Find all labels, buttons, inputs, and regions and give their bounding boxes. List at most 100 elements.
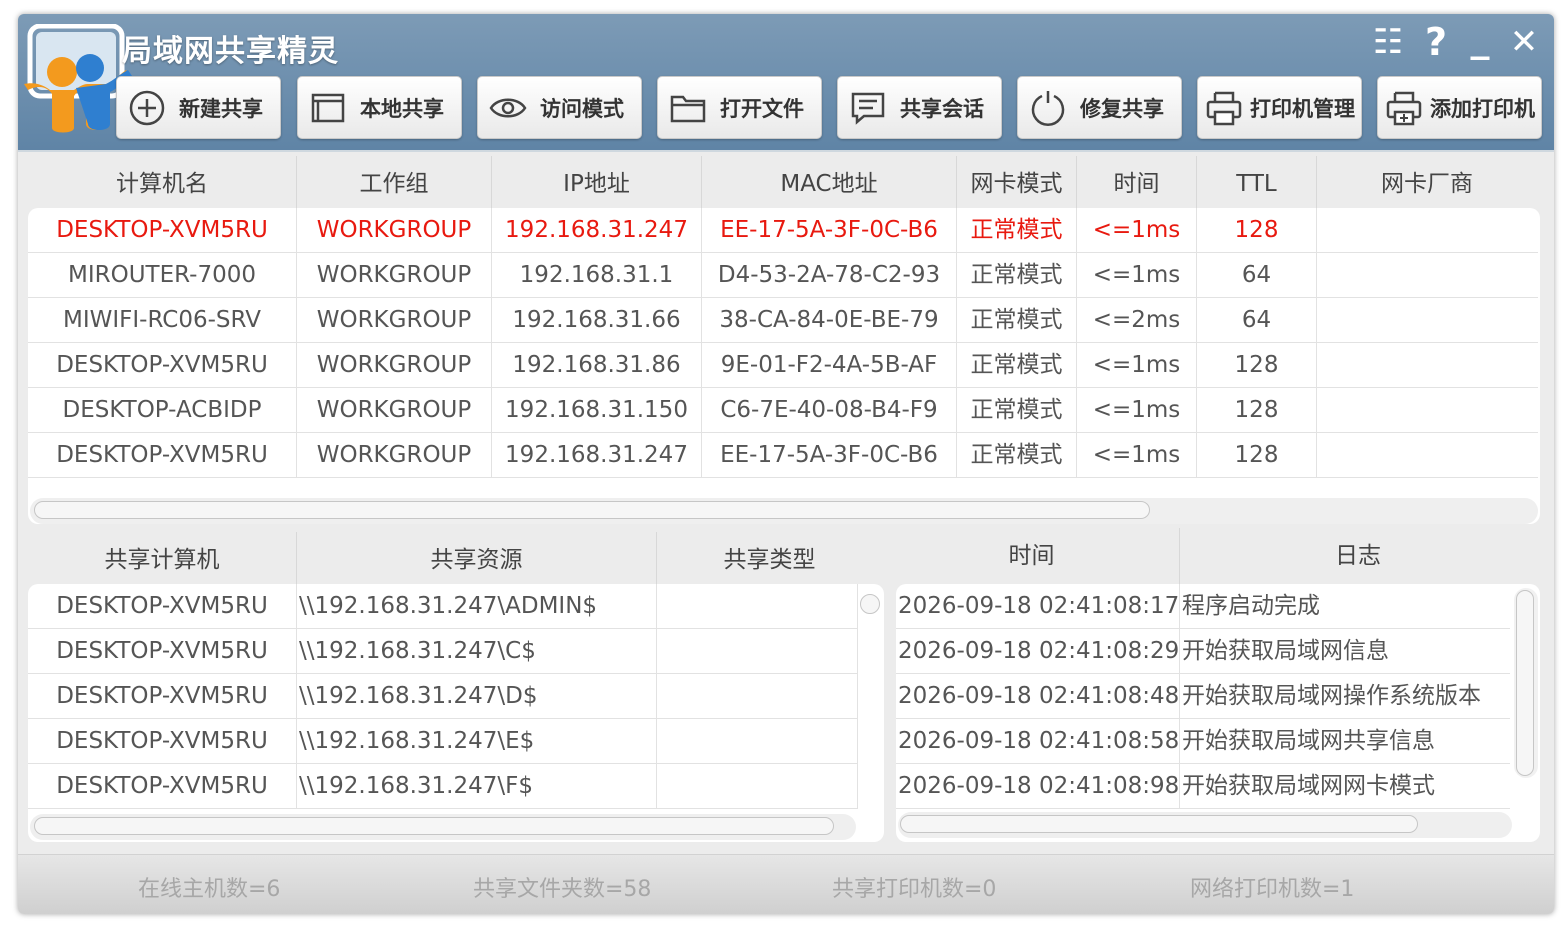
printer-manage-button[interactable]: 打印机管理 (1197, 76, 1362, 139)
open-file-button[interactable]: 打开文件 (657, 76, 822, 139)
log-row[interactable]: 2026-09-18 02:41:08:988 开始获取局域网网卡模式 (896, 764, 1510, 809)
col-ttl[interactable]: TTL (1197, 156, 1317, 212)
log-vscrollbar[interactable] (1514, 588, 1538, 778)
log-vscroll-thumb[interactable] (1516, 590, 1534, 776)
col-ip[interactable]: IP地址 (492, 156, 702, 212)
computers-row[interactable]: DESKTOP-XVM5RU WORKGROUP 192.168.31.86 9E-0… (28, 343, 1538, 388)
log-row[interactable]: 2026-09-18 02:41:08:295 开始获取局域网信息 (896, 629, 1510, 674)
shares-hscrollbar[interactable] (30, 814, 856, 840)
col-log-time[interactable]: 时间 (884, 528, 1180, 584)
col-share-resource[interactable]: 共享资源 (297, 532, 657, 588)
shares-row[interactable]: DESKTOP-XVM5RU \\192.168.31.247\D$ (28, 674, 858, 719)
app-window: 局域网共享精灵 ☷ ? _ ✕ 新建共享 本地共享 访问模式 打开文件 共享会话… (18, 14, 1554, 914)
shares-row[interactable]: DESKTOP-XVM5RU \\192.168.31.247\F$ (28, 764, 858, 809)
shares-cell (657, 719, 858, 763)
computers-row[interactable]: MIROUTER-7000 WORKGROUP 192.168.31.1 D4-53-… (28, 253, 1538, 298)
shares-vscrollbar[interactable] (859, 590, 883, 810)
shares-table-header: 共享计算机 共享资源 共享类型 (28, 532, 882, 588)
computers-cell: MIWIFI-RC06-SRV (28, 298, 297, 342)
shares-cell: DESKTOP-XVM5RU (28, 764, 297, 808)
col-mac[interactable]: MAC地址 (702, 156, 957, 212)
col-workgroup[interactable]: 工作组 (297, 156, 492, 212)
computers-row[interactable]: DESKTOP-XVM5RU WORKGROUP 192.168.31.247 EE-… (28, 433, 1538, 478)
computers-hscrollbar[interactable] (30, 498, 1538, 524)
computers-row[interactable]: MIWIFI-RC06-SRV WORKGROUP 192.168.31.66 38-… (28, 298, 1538, 343)
computers-cell: 192.168.31.1 (492, 253, 702, 297)
computers-table-header: 计算机名 工作组 IP地址 MAC地址 网卡模式 时间 TTL 网卡厂商 (28, 156, 1537, 212)
status-online-hosts: 在线主机数=6 (138, 877, 281, 902)
shares-row[interactable]: DESKTOP-XVM5RU \\192.168.31.247\E$ (28, 719, 858, 764)
computers-cell: 192.168.31.247 (492, 433, 702, 477)
shares-vscroll-thumb[interactable] (860, 594, 880, 614)
computers-cell (1317, 433, 1538, 477)
computers-cell: 64 (1197, 298, 1317, 342)
col-nic-mode[interactable]: 网卡模式 (957, 156, 1077, 212)
access-mode-button[interactable]: 访问模式 (477, 76, 642, 139)
new-share-button[interactable]: 新建共享 (116, 76, 281, 139)
log-table: 2026-09-18 02:41:08:171 程序启动完成 2026-09-18 … (896, 584, 1540, 842)
shares-cell: \\192.168.31.247\ADMIN$ (297, 584, 657, 628)
computers-cell: 64 (1197, 253, 1317, 297)
log-row[interactable]: 2026-09-18 02:41:08:481 开始获取局域网操作系统版本 (896, 674, 1510, 719)
computers-row[interactable]: DESKTOP-XVM5RU WORKGROUP 192.168.31.247 EE-… (28, 208, 1538, 253)
computers-cell: DESKTOP-XVM5RU (28, 343, 297, 387)
add-printer-button[interactable]: 添加打印机 (1377, 76, 1542, 139)
computers-cell: 正常模式 (957, 208, 1077, 252)
shares-cell: DESKTOP-XVM5RU (28, 584, 297, 628)
share-session-button[interactable]: 共享会话 (837, 76, 1002, 139)
log-cell: 开始获取局域网网卡模式 (1182, 773, 1435, 799)
status-bar: 在线主机数=6 共享文件夹数=58 共享打印机数=0 网络打印机数=1 (18, 854, 1554, 914)
computers-cell: 正常模式 (957, 253, 1077, 297)
log-row[interactable]: 2026-09-18 02:41:08:588 开始获取局域网共享信息 (896, 719, 1510, 764)
log-row[interactable]: 2026-09-18 02:41:08:171 程序启动完成 (896, 584, 1510, 629)
log-grid: 2026-09-18 02:41:08:171 程序启动完成 2026-09-18 … (896, 584, 1510, 809)
printer-add-icon (1386, 91, 1422, 125)
log-cell: 开始获取局域网操作系统版本 (1182, 683, 1481, 709)
repair-share-button[interactable]: 修复共享 (1017, 76, 1182, 139)
window-icon (311, 93, 345, 122)
log-cell: 开始获取局域网共享信息 (1182, 728, 1435, 754)
folder-icon (670, 95, 706, 122)
col-computer-name[interactable]: 计算机名 (28, 156, 297, 212)
shares-hscroll-thumb[interactable] (34, 817, 834, 835)
repair-share-label: 修复共享 (1080, 96, 1164, 121)
computers-row[interactable]: DESKTOP-ACBIDP WORKGROUP 192.168.31.150 C6-… (28, 388, 1538, 433)
log-cell: 2026-09-18 02:41:08:295 (896, 629, 1180, 673)
status-shared-folders: 共享文件夹数=58 (473, 877, 652, 902)
printer-icon (1206, 91, 1242, 125)
shares-row[interactable]: DESKTOP-XVM5RU \\192.168.31.247\ADMIN$ (28, 584, 858, 629)
computers-cell: <=1ms (1077, 343, 1197, 387)
help-icon[interactable]: ? (1416, 20, 1456, 64)
shares-cell (657, 674, 858, 718)
computers-table: DESKTOP-XVM5RU WORKGROUP 192.168.31.247 EE-… (28, 208, 1540, 524)
computers-cell: D4-53-2A-78-C2-93 (702, 253, 957, 297)
col-time[interactable]: 时间 (1077, 156, 1197, 212)
computers-cell: 192.168.31.86 (492, 343, 702, 387)
computers-cell: EE-17-5A-3F-0C-B6 (702, 208, 957, 252)
col-share-type[interactable]: 共享类型 (657, 532, 882, 588)
shares-row[interactable]: DESKTOP-XVM5RU \\192.168.31.247\C$ (28, 629, 858, 674)
app-title: 局域网共享精灵 (122, 34, 339, 69)
shares-cell: DESKTOP-XVM5RU (28, 629, 297, 673)
computers-cell: EE-17-5A-3F-0C-B6 (702, 433, 957, 477)
close-icon[interactable]: ✕ (1504, 20, 1544, 64)
log-hscroll-thumb[interactable] (900, 815, 1418, 833)
local-share-button[interactable]: 本地共享 (297, 76, 462, 139)
computers-hscroll-thumb[interactable] (34, 501, 1150, 519)
col-log-message[interactable]: 日志 (1180, 528, 1536, 584)
minimize-icon[interactable]: _ (1460, 16, 1500, 60)
col-share-computer[interactable]: 共享计算机 (28, 532, 297, 588)
menu-list-icon[interactable]: ☷ (1368, 20, 1408, 64)
computers-cell: 128 (1197, 433, 1317, 477)
log-cell: 程序启动完成 (1182, 593, 1320, 619)
status-shared-printers: 共享打印机数=0 (832, 877, 997, 902)
printer-manage-label: 打印机管理 (1250, 96, 1355, 121)
computers-cell: MIROUTER-7000 (28, 253, 297, 297)
computers-cell: <=1ms (1077, 253, 1197, 297)
computers-cell: 128 (1197, 343, 1317, 387)
plus-circle-icon (129, 90, 165, 125)
computers-cell: WORKGROUP (297, 388, 492, 432)
log-hscrollbar[interactable] (898, 812, 1512, 838)
shares-cell (657, 584, 858, 628)
col-nic-vendor[interactable]: 网卡厂商 (1317, 156, 1537, 212)
